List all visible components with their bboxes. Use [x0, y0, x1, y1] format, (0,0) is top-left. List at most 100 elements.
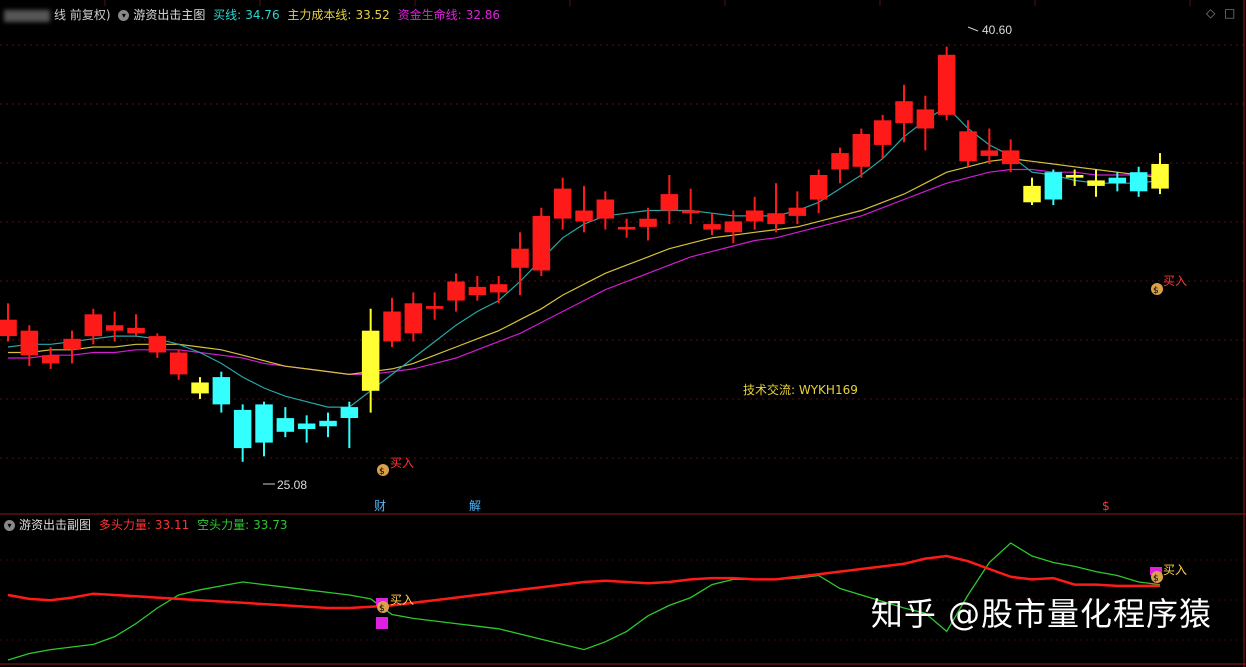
main-indicator-name[interactable]: 游资出击主图 [133, 8, 205, 22]
candle-body [20, 330, 39, 356]
svg-text:$: $ [1153, 574, 1159, 584]
svg-text:$: $ [1153, 286, 1159, 296]
candle-body [255, 404, 273, 443]
candle [767, 183, 785, 233]
chevron-down-icon[interactable]: ▾ [4, 520, 15, 531]
candle-body [489, 284, 508, 293]
candle-body [1044, 172, 1063, 200]
low-price-marker: 25.08 [263, 478, 307, 492]
candle-body [233, 409, 252, 449]
sub-signal-bar [376, 617, 388, 629]
candle [383, 297, 401, 348]
candle-body [532, 215, 551, 271]
short-force-label: 空头力量: [197, 518, 250, 532]
diamond-icon[interactable]: ◇ [1206, 6, 1215, 20]
candle [639, 207, 657, 241]
candle-body [340, 407, 359, 418]
buy-line-value: 34.76 [245, 8, 280, 22]
candle [233, 404, 252, 462]
candle-body [41, 355, 60, 364]
candle-body [361, 330, 380, 391]
candle-body [447, 281, 465, 301]
candle [809, 169, 828, 214]
candle [1151, 153, 1169, 195]
candle [1087, 169, 1105, 197]
candle [1001, 139, 1020, 173]
candle [468, 276, 487, 301]
candle-body [724, 221, 743, 233]
candle-body [788, 207, 807, 216]
long-force-value: 33.11 [154, 518, 190, 532]
sub-buy-signal-2: $ 买入 [1150, 563, 1187, 584]
candle-body [84, 314, 103, 337]
candle-body [1001, 150, 1020, 165]
candle-body [383, 311, 401, 342]
sub-buy-signal-1: $ 买入 [376, 593, 414, 629]
sub-indicator-name[interactable]: 游资出击副图 [19, 518, 91, 532]
candle [276, 407, 295, 438]
candle-body [297, 423, 316, 429]
short-force-value: 33.73 [253, 518, 288, 532]
candle [959, 120, 977, 167]
candle [297, 415, 316, 443]
life-line-value: 32.86 [465, 8, 501, 22]
candle-body [873, 120, 892, 145]
cost-line-label: 主力成本线: [287, 8, 352, 22]
finance-marker[interactable]: 财 [374, 499, 386, 513]
unlock-marker[interactable]: 解 [469, 499, 481, 513]
chevron-down-icon[interactable]: ▾ [118, 10, 130, 21]
candle [703, 213, 721, 236]
candle [84, 308, 103, 345]
buy-signal-1: $ 买入 [377, 456, 414, 477]
svg-text:买入: 买入 [1163, 274, 1187, 288]
candle-body [639, 218, 657, 227]
candle-body [212, 377, 231, 405]
svg-text:$: $ [379, 604, 385, 614]
candle [532, 207, 551, 277]
candle [1023, 177, 1041, 206]
candle-body [852, 134, 871, 167]
candle [617, 218, 636, 238]
candle [191, 377, 209, 399]
candle-body [63, 338, 81, 350]
long-force-label: 多头力量: [98, 518, 151, 532]
candle [447, 273, 465, 312]
candle-body [895, 101, 913, 124]
candle [980, 128, 999, 165]
candle [575, 185, 593, 233]
svg-text:买入: 买入 [1163, 563, 1187, 577]
candle [148, 333, 167, 358]
candle [681, 188, 700, 225]
candle-body [148, 336, 167, 353]
candle-body [809, 175, 828, 200]
svg-text:买入: 买入 [390, 593, 414, 607]
candle-body [959, 131, 977, 162]
high-price-marker: 40.60 [967, 23, 1012, 37]
candle-body [575, 210, 593, 222]
candle-body [980, 150, 999, 156]
watermark: 知乎 @股市量化程序猿 [870, 595, 1212, 633]
chart-grid [0, 0, 1246, 641]
candle-body [1108, 177, 1127, 184]
candle [0, 303, 17, 342]
sub-pane-header: ▾ 游资出击副图 多头力量: 33.11 空头力量: 33.73 [4, 516, 291, 533]
candle-body [1065, 175, 1084, 178]
candle-body [1151, 164, 1169, 189]
candle-body [319, 420, 337, 427]
candle [425, 292, 444, 320]
candle-body [468, 286, 487, 296]
candle-body [1087, 180, 1105, 186]
candle [20, 325, 39, 367]
candle-body [916, 109, 935, 129]
candle-body [596, 199, 615, 219]
candle-body [831, 153, 849, 170]
candle-body [169, 352, 188, 375]
candle-body [276, 418, 295, 432]
candle-body [745, 210, 764, 222]
candle-body [681, 210, 700, 214]
candle-body [0, 319, 17, 337]
candle [169, 349, 188, 380]
close-icon[interactable]: □ [1224, 6, 1235, 20]
life-line-label: 资金生命线: [397, 8, 462, 22]
dividend-marker[interactable]: $ [1102, 499, 1110, 513]
